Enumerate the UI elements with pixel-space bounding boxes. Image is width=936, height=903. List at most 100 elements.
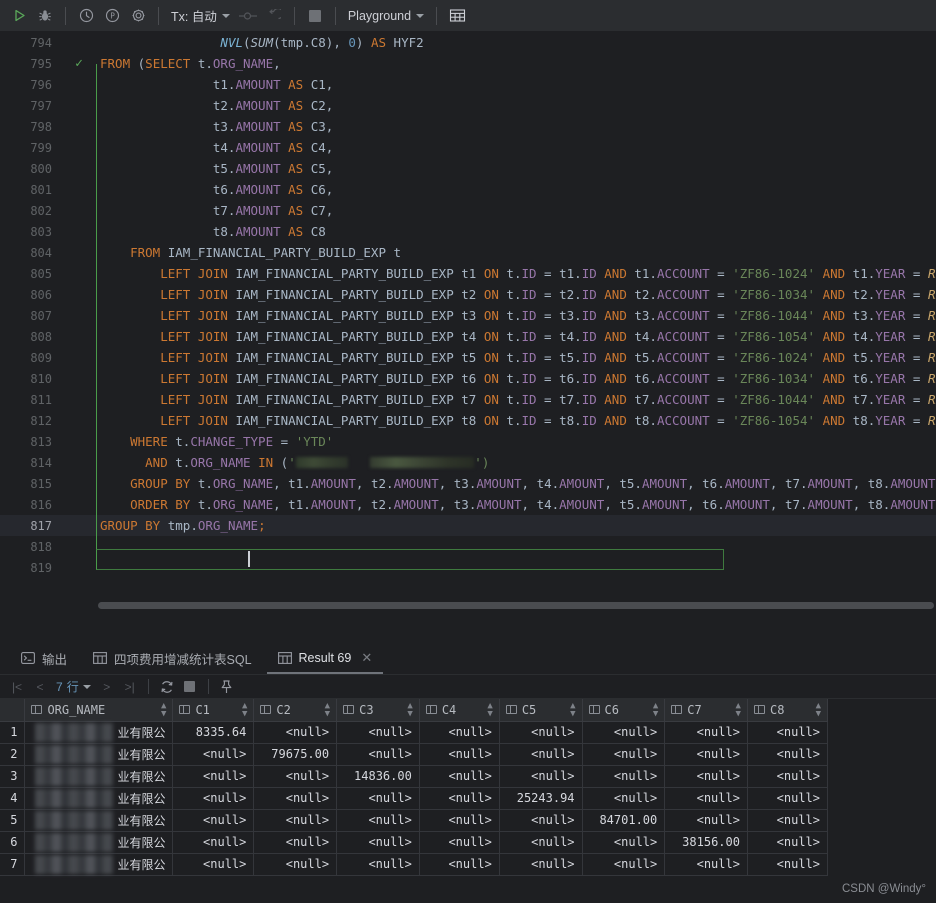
cell-c3[interactable]: <null> xyxy=(336,809,420,832)
code-line[interactable]: 813 WHERE t.CHANGE_TYPE = 'YTD' xyxy=(0,431,936,452)
history-icon[interactable] xyxy=(73,3,99,29)
sort-toggle-icon[interactable]: ▲ ▼ xyxy=(317,701,330,718)
column-header-c4[interactable]: C4 ▲ ▼ xyxy=(419,699,500,722)
cell-c8[interactable]: <null> xyxy=(747,809,829,832)
cell-c5[interactable]: <null> xyxy=(499,831,583,854)
column-header-c3[interactable]: C3 ▲ ▼ xyxy=(336,699,420,722)
code-line[interactable]: 800 t5.AMOUNT AS C5, xyxy=(0,158,936,179)
cell-org-name[interactable]: 业有限公 xyxy=(24,787,174,810)
sort-toggle-icon[interactable]: ▲ ▼ xyxy=(479,701,492,718)
cell-org-name[interactable]: 业有限公 xyxy=(24,853,174,876)
cell-c7[interactable]: <null> xyxy=(664,721,748,744)
cell-c6[interactable]: <null> xyxy=(582,721,666,744)
column-header-c5[interactable]: C5 ▲ ▼ xyxy=(499,699,583,722)
cell-c6[interactable]: 84701.00 xyxy=(582,809,666,832)
table-row[interactable]: 2 业有限公 <null> 79675.00 <null> <null> <null> <nu… xyxy=(0,743,829,766)
cell-c2[interactable]: <null> xyxy=(253,765,338,788)
code-line[interactable]: 818 xyxy=(0,536,936,557)
cell-c1[interactable]: <null> xyxy=(172,831,255,854)
code-line[interactable]: 804 FROM IAM_FINANCIAL_PARTY_BUILD_EXP t xyxy=(0,242,936,263)
cell-c7[interactable]: <null> xyxy=(664,787,748,810)
code-line[interactable]: 808 LEFT JOIN IAM_FINANCIAL_PARTY_BUILD_… xyxy=(0,326,936,347)
code-line[interactable]: 812 LEFT JOIN IAM_FINANCIAL_PARTY_BUILD_… xyxy=(0,410,936,431)
prev-page-icon[interactable]: < xyxy=(29,677,51,697)
sort-toggle-icon[interactable]: ▲ ▼ xyxy=(234,701,247,718)
cell-c1[interactable]: <null> xyxy=(172,853,255,876)
cell-c2[interactable]: <null> xyxy=(253,831,338,854)
cell-c6[interactable]: <null> xyxy=(582,831,666,854)
table-view-icon[interactable] xyxy=(444,3,470,29)
cell-org-name[interactable]: 业有限公 xyxy=(24,765,174,788)
cell-c3[interactable]: <null> xyxy=(336,853,420,876)
code-line[interactable]: 797 t2.AMOUNT AS C2, xyxy=(0,95,936,116)
cell-c7[interactable]: 38156.00 xyxy=(664,831,748,854)
code-line[interactable]: 817 GROUP BY tmp.ORG_NAME; xyxy=(0,515,936,536)
panel-tab[interactable]: 输出 xyxy=(10,644,78,674)
cell-c3[interactable]: <null> xyxy=(336,721,420,744)
table-row[interactable]: 4 业有限公 <null> <null> <null> <null> 25243.94 <nu… xyxy=(0,787,829,810)
cell-c7[interactable]: <null> xyxy=(664,853,748,876)
cell-c5[interactable]: <null> xyxy=(499,809,583,832)
table-row[interactable]: 6 业有限公 <null> <null> <null> <null> <null> <null… xyxy=(0,831,829,854)
close-icon[interactable]: ✕ xyxy=(361,650,372,666)
sort-toggle-icon[interactable]: ▲ ▼ xyxy=(808,701,821,718)
cell-c8[interactable]: <null> xyxy=(747,721,829,744)
cell-c5[interactable]: <null> xyxy=(499,721,583,744)
code-line[interactable]: 795 ✓ FROM (SELECT t.ORG_NAME, xyxy=(0,53,936,74)
cell-c5[interactable]: <null> xyxy=(499,743,583,766)
code-line[interactable]: 806 LEFT JOIN IAM_FINANCIAL_PARTY_BUILD_… xyxy=(0,284,936,305)
profiler-icon[interactable]: P xyxy=(99,3,125,29)
next-page-icon[interactable]: > xyxy=(96,677,118,697)
code-line[interactable]: 796 t1.AMOUNT AS C1, xyxy=(0,74,936,95)
code-line[interactable]: 819 xyxy=(0,557,936,578)
sort-toggle-icon[interactable]: ▲ ▼ xyxy=(399,701,412,718)
table-row[interactable]: 1 业有限公 8335.64 <null> <null> <null> <null> <nul… xyxy=(0,721,829,744)
session-selector[interactable]: Playground xyxy=(343,4,429,28)
cell-c6[interactable]: <null> xyxy=(582,787,666,810)
table-row[interactable]: 5 业有限公 <null> <null> <null> <null> <null> 84701… xyxy=(0,809,829,832)
code-line[interactable]: 810 LEFT JOIN IAM_FINANCIAL_PARTY_BUILD_… xyxy=(0,368,936,389)
cell-c1[interactable]: 8335.64 xyxy=(172,721,255,744)
editor-horizontal-scrollbar[interactable] xyxy=(98,602,934,609)
cell-c5[interactable]: 25243.94 xyxy=(499,787,583,810)
debug-button[interactable] xyxy=(32,3,58,29)
rollback-button[interactable] xyxy=(261,3,287,29)
cell-c4[interactable]: <null> xyxy=(419,831,500,854)
cell-org-name[interactable]: 业有限公 xyxy=(24,809,174,832)
cell-c3[interactable]: <null> xyxy=(336,787,420,810)
panel-tab[interactable]: 四项费用增减统计表SQL xyxy=(82,644,263,674)
cell-c7[interactable]: <null> xyxy=(664,809,748,832)
run-button[interactable] xyxy=(6,3,32,29)
code-line[interactable]: 805 LEFT JOIN IAM_FINANCIAL_PARTY_BUILD_… xyxy=(0,263,936,284)
cell-c1[interactable]: <null> xyxy=(172,787,255,810)
last-page-icon[interactable]: >| xyxy=(119,677,141,697)
panel-tab[interactable]: Result 69 ✕ xyxy=(266,644,384,674)
cell-c7[interactable]: <null> xyxy=(664,743,748,766)
commit-button[interactable] xyxy=(235,3,261,29)
cell-c2[interactable]: <null> xyxy=(253,787,338,810)
code-line[interactable]: 811 LEFT JOIN IAM_FINANCIAL_PARTY_BUILD_… xyxy=(0,389,936,410)
cell-c3[interactable]: 14836.00 xyxy=(336,765,420,788)
column-header-c2[interactable]: C2 ▲ ▼ xyxy=(253,699,338,722)
statement-ok-icon[interactable]: ✓ xyxy=(62,57,96,70)
cell-c6[interactable]: <null> xyxy=(582,765,666,788)
transaction-mode-selector[interactable]: Tx: 自动 xyxy=(166,4,235,28)
cell-c2[interactable]: <null> xyxy=(253,721,338,744)
cell-c3[interactable]: <null> xyxy=(336,831,420,854)
table-row[interactable]: 3 业有限公 <null> <null> 14836.00 <null> <null> <nu… xyxy=(0,765,829,788)
cell-c8[interactable]: <null> xyxy=(747,787,829,810)
code-line[interactable]: 816 ORDER BY t.ORG_NAME, t1.AMOUNT, t2.A… xyxy=(0,494,936,515)
sort-toggle-icon[interactable]: ▲ ▼ xyxy=(562,701,575,718)
column-header-c8[interactable]: C8 ▲ ▼ xyxy=(747,699,829,722)
cell-org-name[interactable]: 业有限公 xyxy=(24,831,174,854)
cell-c4[interactable]: <null> xyxy=(419,765,500,788)
code-line[interactable]: 794 NVL(SUM(tmp.C8), 0) AS HYF2 xyxy=(0,32,936,53)
code-line[interactable]: 801 t6.AMOUNT AS C6, xyxy=(0,179,936,200)
row-count-selector[interactable]: 7 行 xyxy=(52,678,95,695)
cell-c1[interactable]: <null> xyxy=(172,765,255,788)
sort-toggle-icon[interactable]: ▲ ▼ xyxy=(728,701,741,718)
column-header-org_name[interactable]: ORG_NAME ▲ ▼ xyxy=(24,699,174,722)
cell-c6[interactable]: <null> xyxy=(582,743,666,766)
code-line[interactable]: 803 t8.AMOUNT AS C8 xyxy=(0,221,936,242)
refresh-icon[interactable] xyxy=(156,677,178,697)
